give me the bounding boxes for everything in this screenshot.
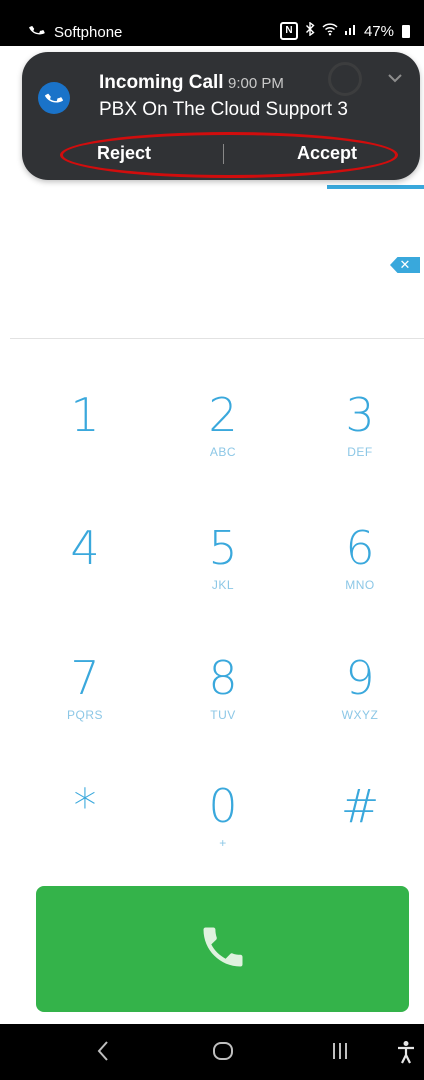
keypad-key-3[interactable]: 3 DEF <box>300 387 420 459</box>
keypad-key-4[interactable]: 4 <box>25 520 145 578</box>
display-divider <box>10 338 424 339</box>
keypad-key-2[interactable]: 2 ABC <box>163 387 283 459</box>
keypad-key-0[interactable]: 0 + <box>163 778 283 850</box>
key-digit: # <box>340 779 380 833</box>
notification-time: 9:00 PM <box>228 75 284 92</box>
key-digit: 4 <box>70 521 100 575</box>
keypad-key-star[interactable]: * <box>25 778 145 836</box>
key-letters: WXYZ <box>341 708 379 722</box>
key-digit: * <box>73 779 97 833</box>
key-digit: 6 <box>345 521 375 575</box>
background-tab-icon <box>328 62 362 96</box>
status-app: Softphone <box>29 22 123 43</box>
key-digit: 0 <box>208 779 238 833</box>
status-bar: Softphone N 47% <box>0 0 424 46</box>
status-icons: N 47% <box>279 21 410 40</box>
phone-icon <box>197 921 249 978</box>
keypad-key-7[interactable]: 7 PQRS <box>25 650 145 722</box>
key-letters: TUV <box>210 708 236 722</box>
navigation-bar <box>0 1024 424 1080</box>
back-icon[interactable] <box>96 1040 110 1068</box>
key-digit: 1 <box>70 388 100 442</box>
key-letters: JKL <box>211 578 235 592</box>
notification-title: Incoming Call <box>99 72 224 93</box>
backspace-button[interactable]: ✕ <box>390 257 420 273</box>
keypad-key-1[interactable]: 1 <box>25 387 145 445</box>
incoming-call-notification[interactable]: Incoming Call 9:00 PM PBX On The Cloud S… <box>22 52 420 180</box>
key-digit: 8 <box>208 651 238 705</box>
notification-actions-highlight: Reject Accept <box>60 132 398 178</box>
call-button[interactable] <box>36 886 409 1012</box>
key-letters: ABC <box>209 445 237 459</box>
nfc-icon: N <box>279 22 298 40</box>
notification-body: PBX On The Cloud Support 3 <box>99 99 348 120</box>
key-digit: 5 <box>208 521 238 575</box>
key-letters: + <box>219 836 227 850</box>
active-tab-indicator <box>327 185 424 189</box>
wifi-icon <box>322 22 338 40</box>
key-letters: DEF <box>347 445 373 459</box>
softphone-app-icon <box>38 82 70 114</box>
keypad-key-5[interactable]: 5 JKL <box>163 520 283 592</box>
action-divider <box>223 144 224 164</box>
battery-icon <box>402 24 410 38</box>
bluetooth-icon <box>304 21 316 40</box>
accept-button[interactable]: Accept <box>297 143 357 164</box>
key-digit: 3 <box>345 388 375 442</box>
keypad-key-hash[interactable]: # <box>300 778 420 836</box>
keypad-key-8[interactable]: 8 TUV <box>163 650 283 722</box>
chevron-down-icon[interactable] <box>388 70 402 88</box>
key-letters: PQRS <box>66 708 103 722</box>
phone-handset-icon <box>26 20 49 46</box>
reject-button[interactable]: Reject <box>97 143 151 164</box>
keypad-key-9[interactable]: 9 WXYZ <box>300 650 420 722</box>
key-digit: 7 <box>70 651 100 705</box>
signal-icon <box>344 22 358 40</box>
keypad-key-6[interactable]: 6 MNO <box>300 520 420 592</box>
recents-icon[interactable] <box>330 1040 350 1068</box>
key-digit: 9 <box>345 651 375 705</box>
accessibility-icon[interactable] <box>396 1040 416 1070</box>
key-digit: 2 <box>208 388 238 442</box>
status-app-name: Softphone <box>54 24 123 41</box>
key-letters: MNO <box>345 578 375 592</box>
battery-percent: 47% <box>363 22 394 40</box>
home-icon[interactable] <box>212 1040 234 1068</box>
